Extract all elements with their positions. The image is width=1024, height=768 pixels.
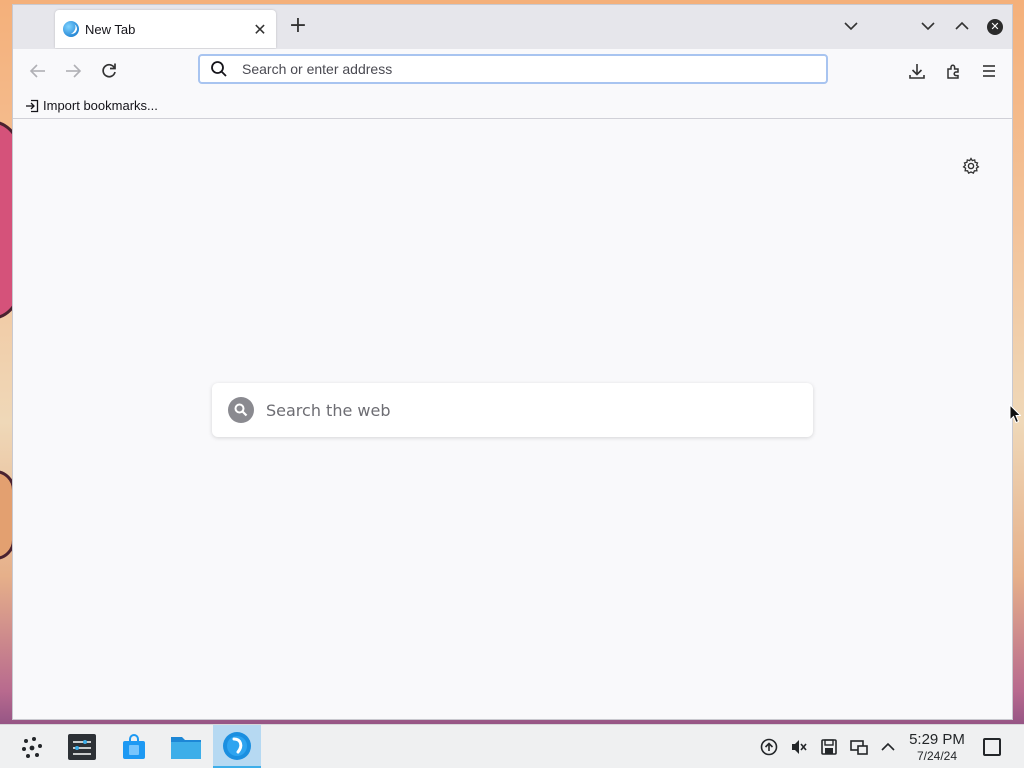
list-all-tabs-icon[interactable]	[842, 17, 860, 35]
clock[interactable]: 5:29 PM 7/24/24	[900, 731, 974, 763]
chevron-up-icon[interactable]	[878, 737, 898, 757]
network-icon[interactable]	[849, 737, 869, 757]
mouse-cursor-icon	[1009, 404, 1021, 424]
extensions-puzzle-icon[interactable]	[944, 61, 964, 81]
navigation-toolbar	[13, 49, 1012, 93]
import-icon	[26, 99, 39, 112]
taskbar-app-settings[interactable]	[58, 725, 106, 768]
import-bookmarks-label: Import bookmarks...	[43, 98, 158, 113]
close-tab-icon[interactable]: ✕	[252, 20, 268, 39]
taskbar-app-browser[interactable]	[213, 725, 261, 768]
tab-title: New Tab	[85, 21, 136, 37]
taskbar-app-files[interactable]	[162, 725, 210, 768]
search-icon	[211, 61, 227, 77]
tab-strip: New Tab ✕ + ✕	[13, 5, 1012, 49]
web-search-input[interactable]	[266, 400, 766, 420]
clock-time: 5:29 PM	[909, 731, 965, 748]
address-input[interactable]	[242, 61, 802, 77]
hamburger-menu-icon[interactable]	[979, 61, 999, 81]
maximize-icon[interactable]	[953, 17, 971, 35]
volume-muted-icon[interactable]	[789, 737, 809, 757]
update-notifier-icon[interactable]	[759, 737, 779, 757]
store-app-icon	[123, 734, 145, 759]
gear-icon[interactable]	[961, 156, 981, 176]
browser-logo-icon	[63, 21, 79, 37]
address-bar[interactable]	[198, 54, 828, 84]
forward-arrow-icon[interactable]	[63, 61, 83, 81]
reload-icon[interactable]	[99, 61, 119, 81]
download-icon[interactable]	[907, 61, 927, 81]
clock-date: 7/24/24	[916, 749, 958, 763]
settings-app-icon	[68, 734, 96, 760]
show-desktop-button[interactable]	[983, 738, 1001, 756]
app-launcher-icon[interactable]	[20, 735, 46, 761]
new-tab-page	[13, 120, 1012, 719]
browser-window: New Tab ✕ + ✕ Search or enter address Im…	[12, 4, 1013, 720]
search-engine-icon	[228, 397, 254, 423]
taskbar-app-store[interactable]	[110, 725, 158, 768]
minimize-icon[interactable]	[919, 17, 937, 35]
tab-new-tab[interactable]: New Tab ✕	[55, 10, 276, 48]
import-bookmarks-button[interactable]: Import bookmarks...	[25, 98, 158, 113]
back-arrow-icon[interactable]	[28, 61, 48, 81]
taskbar: 5:29 PM 7/24/24	[0, 724, 1024, 768]
folder-app-icon	[171, 737, 201, 759]
web-search-box[interactable]	[212, 383, 813, 437]
close-window-icon[interactable]: ✕	[987, 19, 1003, 35]
new-tab-button[interactable]: +	[287, 15, 309, 39]
browser-app-icon	[223, 731, 251, 760]
bookmarks-toolbar: Import bookmarks...	[13, 93, 1012, 119]
storage-device-icon[interactable]	[819, 737, 839, 757]
